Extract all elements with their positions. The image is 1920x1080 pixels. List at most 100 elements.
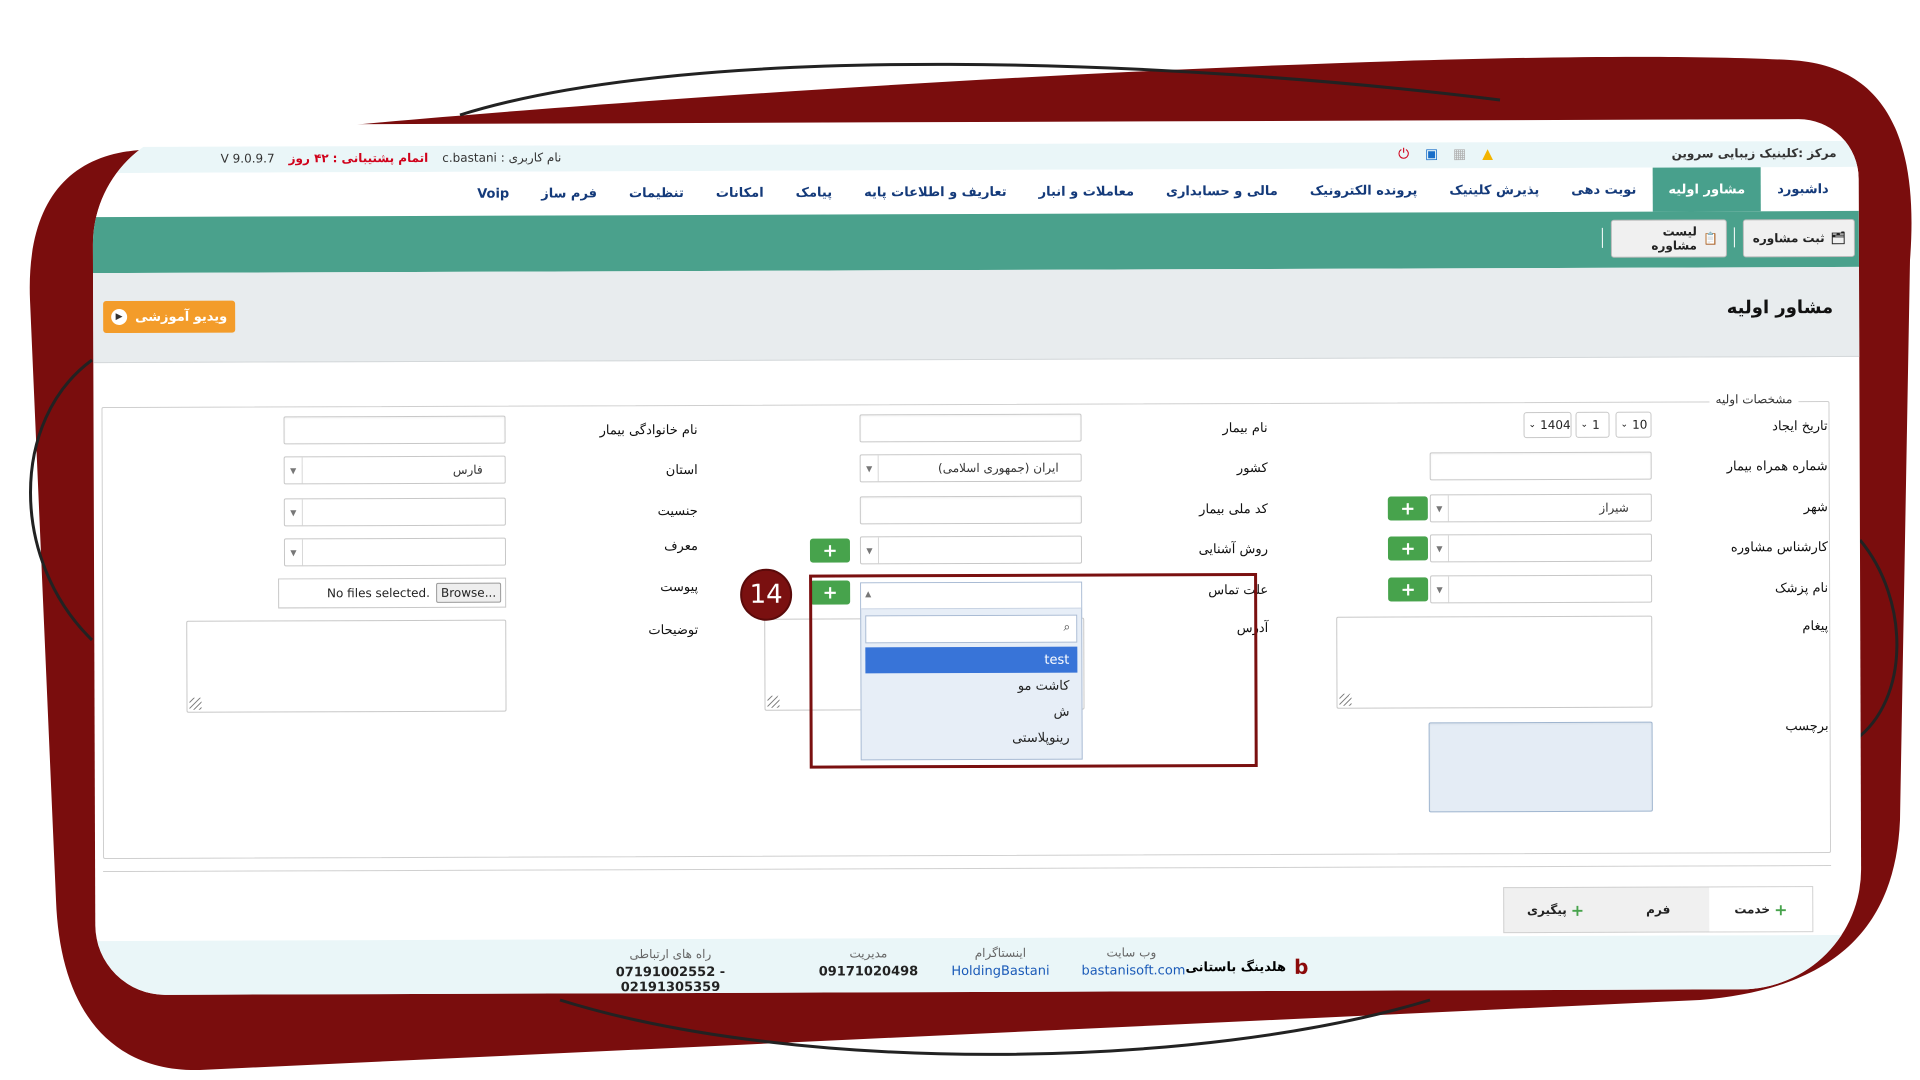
menu-item[interactable]: Voip xyxy=(461,172,525,216)
new-consult-label: ثبت مشاوره xyxy=(1752,231,1825,246)
lower-panel: + خدمت فرم + پیگیری xyxy=(103,865,1832,940)
acquaintance-label: روش آشنایی xyxy=(1198,541,1269,558)
patient-mobile-input[interactable] xyxy=(1429,451,1652,481)
tab-followup[interactable]: + پیگیری xyxy=(1504,888,1607,932)
doctor-label: نام پزشک xyxy=(1774,581,1829,597)
browse-button[interactable]: Browse... xyxy=(435,582,502,603)
date-month-value: 1 xyxy=(1592,417,1600,432)
menu-item[interactable]: فرم ساز xyxy=(525,171,613,215)
menu-item[interactable]: امکانات xyxy=(700,171,780,215)
tab-form[interactable]: فرم xyxy=(1607,887,1710,931)
app-screenshot: مرکز :کلینیک زیبایی سروین ⏻ ▣ ▦ ▲ نام کا… xyxy=(92,118,1862,996)
country-select[interactable]: ایران (جمهوری اسلامی) ▼ xyxy=(859,453,1082,483)
step-number-badge: 14 xyxy=(740,568,793,621)
management-title: مدیریت xyxy=(849,946,888,961)
menu-item[interactable]: معاملات و انبار xyxy=(1023,169,1151,213)
footer-contact: راه های ارتباطی 07191002552 - 0219130535… xyxy=(565,947,775,995)
add-city-button[interactable]: + xyxy=(1387,496,1428,521)
video-tutorial-label: ویدیو آموزشی xyxy=(135,309,228,325)
toolbar-separator xyxy=(1733,227,1735,248)
date-day-select[interactable]: ⌄ 10 xyxy=(1615,411,1652,438)
resize-grip-icon xyxy=(189,697,202,710)
menu-item[interactable]: پرونده الکترونیک xyxy=(1294,168,1434,212)
consult-list-label: لیست مشاوره xyxy=(1651,224,1697,253)
national-code-label: کد ملی بیمار xyxy=(1199,501,1268,518)
resize-grip-icon xyxy=(1339,693,1352,706)
tab-service[interactable]: + خدمت xyxy=(1709,887,1813,932)
brand-name: هلدینگ باستانی xyxy=(1185,959,1287,975)
referrer-label: معرف xyxy=(664,538,698,555)
bell-icon[interactable]: ▲ xyxy=(1477,143,1499,165)
new-consult-icon: 🗂 xyxy=(1830,230,1846,246)
national-code-input[interactable] xyxy=(859,495,1082,525)
page-header: مشاور اولیه ویدیو آموزشی ▶ xyxy=(93,266,1860,364)
support-days: ۴۲ روز xyxy=(288,151,329,166)
province-label: استان xyxy=(665,462,698,479)
tag-label: برچسب xyxy=(1785,719,1829,735)
referrer-select[interactable]: ▼ xyxy=(283,537,507,567)
section-legend: مشخصات اولیه xyxy=(1709,392,1799,407)
add-acquaintance-button[interactable]: + xyxy=(809,538,851,563)
city-label: شهر xyxy=(1803,500,1828,516)
toolbar-separator xyxy=(1601,227,1603,248)
website-link[interactable]: bastanisoft.com xyxy=(1081,963,1185,978)
video-tutorial-button[interactable]: ویدیو آموزشی ▶ xyxy=(103,300,236,334)
add-doctor-button[interactable]: + xyxy=(1388,577,1429,602)
tag-box[interactable] xyxy=(1428,721,1653,813)
menu-item[interactable]: نوبت دهی xyxy=(1555,168,1652,212)
dropdown-arrow-icon: ▼ xyxy=(284,499,303,526)
new-consult-button[interactable]: 🗂 ثبت مشاوره xyxy=(1742,218,1855,258)
page-title: مشاور اولیه xyxy=(1726,297,1834,319)
dropdown-arrow-icon: ▼ xyxy=(284,457,303,484)
date-month-select[interactable]: ⌄ 1 xyxy=(1575,411,1610,438)
power-icon[interactable]: ⏻ xyxy=(1393,143,1415,165)
management-phone: 09171020498 xyxy=(818,964,919,980)
menu-item[interactable]: مالی و حسابداری xyxy=(1150,169,1294,214)
country-label: کشور xyxy=(1236,460,1268,477)
calendar-icon[interactable]: ▦ xyxy=(1449,143,1471,165)
menu-item[interactable]: پیامک xyxy=(780,170,849,214)
website-title: وب سایت xyxy=(1106,945,1157,960)
consult-list-button[interactable]: 📋 لیست مشاوره xyxy=(1610,219,1727,258)
province-select[interactable]: فارس ▼ xyxy=(283,455,506,485)
menu-item[interactable]: پذیرش کلینیک xyxy=(1433,168,1555,212)
sub-tabs: + خدمت فرم + پیگیری xyxy=(1503,886,1814,934)
province-value: فارس xyxy=(452,462,483,477)
dropdown-arrow-icon: ▼ xyxy=(1430,495,1449,522)
date-year-select[interactable]: ⌄ 1404 xyxy=(1523,411,1572,439)
resize-grip-icon xyxy=(767,695,780,708)
attachment-file-input[interactable]: No files selected. Browse... xyxy=(278,577,507,609)
date-year-value: 1404 xyxy=(1540,417,1571,433)
date-day-value: 10 xyxy=(1632,417,1648,432)
consultant-select[interactable]: ▼ xyxy=(1429,533,1653,563)
chevron-down-icon: ⌄ xyxy=(1620,419,1629,430)
dropdown-arrow-icon: ▼ xyxy=(860,537,880,564)
acquaintance-select[interactable]: ▼ xyxy=(859,535,1083,565)
menu-item[interactable]: تنظیمات xyxy=(613,171,700,215)
patient-name-input[interactable] xyxy=(859,413,1082,443)
country-value: ایران (جمهوری اسلامی) xyxy=(937,460,1059,476)
action-toolbar: 🗂 ثبت مشاوره 📋 لیست مشاوره xyxy=(92,210,1859,274)
footer-brand: b هلدینگ باستانی xyxy=(1185,955,1308,979)
gender-select[interactable]: ▼ xyxy=(283,497,506,527)
instagram-link[interactable]: HoldingBastani xyxy=(945,964,1055,979)
menu-item[interactable]: داشبورد xyxy=(1761,167,1845,211)
gender-label: جنسیت xyxy=(657,503,698,520)
plus-icon: + xyxy=(1570,900,1585,920)
footer-instagram: اینستاگرام HoldingBastani xyxy=(945,946,1055,979)
menu-item[interactable]: تعاریف و اطلاعات پایه xyxy=(848,170,1023,215)
dropdown-arrow-icon: ▼ xyxy=(860,455,879,482)
add-consultant-button[interactable]: + xyxy=(1387,536,1429,561)
family-name-input[interactable] xyxy=(283,415,506,445)
doctor-select[interactable]: ▼ xyxy=(1430,574,1653,604)
menu-item[interactable]: مشاور اولیه xyxy=(1652,167,1762,212)
dropdown-arrow-icon: ▼ xyxy=(1431,576,1450,603)
description-textarea[interactable] xyxy=(186,619,507,713)
contact-phones: 07191002552 - 02191305359 xyxy=(615,964,726,996)
message-textarea[interactable] xyxy=(1336,615,1653,709)
message-label: پیغام xyxy=(1802,619,1829,635)
chevron-down-icon: ⌄ xyxy=(1580,419,1589,430)
city-select[interactable]: شیراز ▼ xyxy=(1429,493,1652,523)
city-value: شیراز xyxy=(1599,500,1629,515)
calendar-check-icon[interactable]: ▣ xyxy=(1421,143,1443,165)
